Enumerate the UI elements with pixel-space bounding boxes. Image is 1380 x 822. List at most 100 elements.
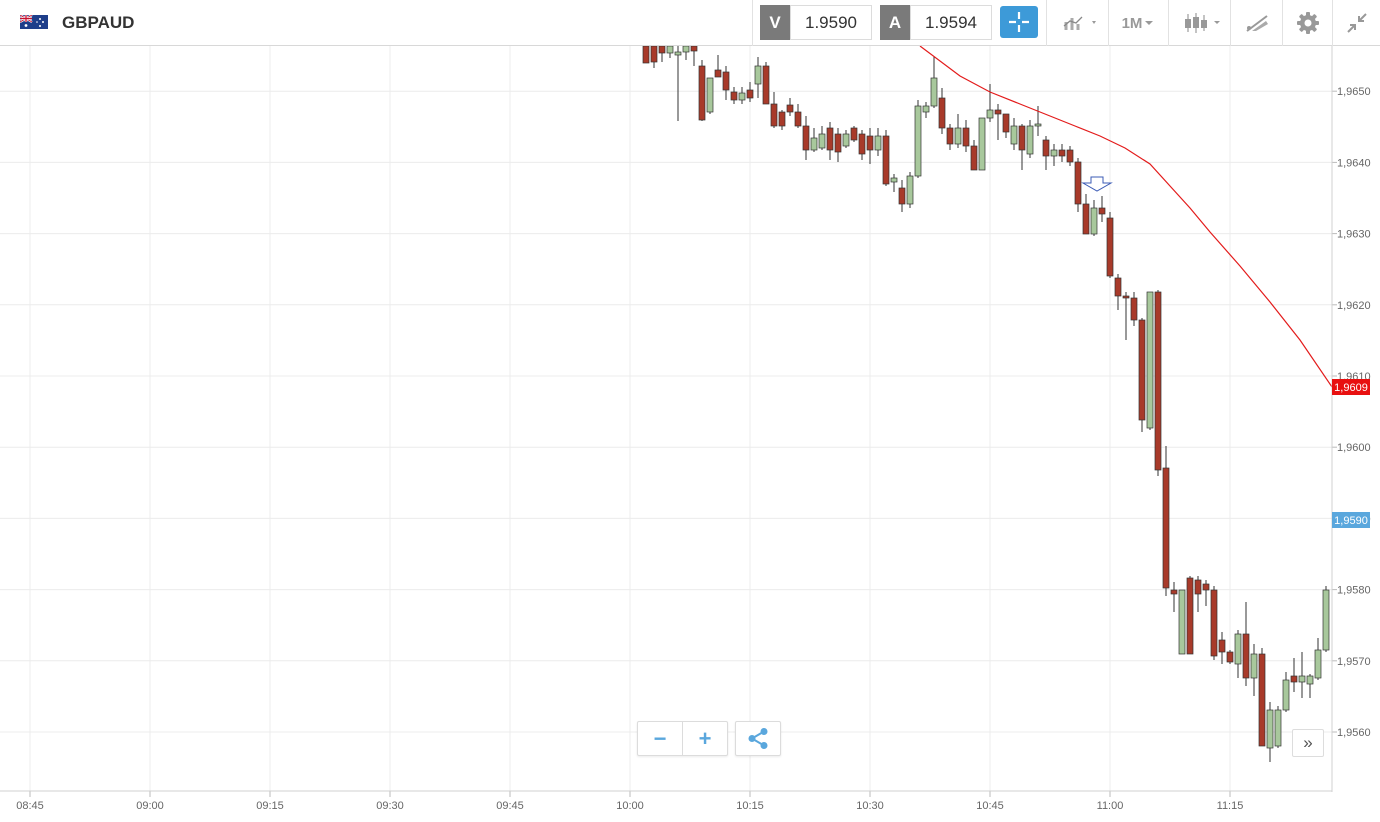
candlestick (658, 46, 666, 62)
bid-price[interactable]: 1.9590 (790, 5, 872, 40)
candlestick (882, 130, 890, 186)
candlestick (858, 130, 866, 160)
y-axis-label: 1,9650 (1337, 86, 1371, 98)
y-axis-label: 1,9630 (1337, 229, 1371, 241)
y-axis-label: 1,9640 (1337, 157, 1371, 169)
candlestick (946, 124, 954, 150)
candlestick (1082, 194, 1090, 235)
candlestick (906, 172, 914, 208)
zoom-out-button[interactable]: − (638, 722, 682, 755)
x-axis-label: 08:45 (16, 800, 44, 812)
candlestick (810, 128, 818, 152)
candlestick (978, 117, 986, 171)
candlestick (866, 128, 874, 164)
candlestick (794, 104, 802, 128)
y-axis-label: 1,9600 (1337, 442, 1371, 454)
candlestick (1058, 144, 1066, 162)
share-icon (748, 728, 768, 749)
share-button[interactable] (735, 721, 781, 756)
candlestick (1322, 586, 1330, 652)
ask-price[interactable]: 1.9594 (910, 5, 992, 40)
candlestick (674, 46, 682, 121)
candlestick (1226, 650, 1234, 664)
candlestick (1298, 652, 1306, 698)
candlestick (842, 130, 850, 148)
drawing-tools-icon (1246, 15, 1268, 32)
candlestick (898, 180, 906, 212)
y-axis-label: 1,9570 (1337, 656, 1371, 668)
x-axis-label: 09:00 (136, 800, 164, 812)
candlestick (778, 110, 786, 130)
candlestick (698, 60, 706, 121)
zoom-in-button[interactable]: + (683, 722, 727, 755)
timeframe-select[interactable]: 1M (1112, 0, 1166, 46)
candlestick (786, 98, 794, 116)
candlestick (1122, 292, 1130, 340)
ask-label: A (880, 5, 910, 40)
candlestick (986, 84, 994, 122)
candlestick (1202, 580, 1210, 606)
candlestick (754, 57, 762, 98)
crosshair-button[interactable] (1000, 6, 1038, 38)
divider (752, 0, 753, 46)
y-axis-label: 1,9560 (1337, 727, 1371, 739)
candlestick (1002, 113, 1010, 138)
candlestick (1210, 586, 1218, 660)
sell-signal-arrow-icon (1081, 176, 1113, 192)
candlestick (1066, 146, 1074, 166)
collapse-button[interactable] (1336, 0, 1378, 46)
candlestick (914, 100, 922, 178)
y-axis-label: 1,9580 (1337, 585, 1371, 597)
candlestick (1258, 648, 1266, 747)
candlestick (762, 62, 770, 105)
candlestick (1282, 672, 1290, 712)
x-axis-label: 10:45 (976, 800, 1004, 812)
candlestick (1234, 630, 1242, 678)
zoom-controls: − + (637, 721, 728, 756)
candlestick (1266, 702, 1274, 762)
candlestick (1290, 658, 1298, 692)
candlestick (1306, 674, 1314, 698)
candlestick (962, 120, 970, 152)
candlestick (1250, 644, 1258, 696)
chart-type-button[interactable] (1172, 0, 1228, 46)
candlestick (738, 87, 746, 104)
uk-australia-flag-icon (20, 15, 48, 29)
settings-button[interactable] (1286, 0, 1330, 46)
candlestick (818, 126, 826, 150)
x-axis-label: 09:45 (496, 800, 524, 812)
indicators-button[interactable] (1050, 0, 1106, 46)
candlestick (1274, 706, 1282, 748)
candlestick (874, 128, 882, 156)
gear-icon (1297, 12, 1319, 34)
candlestick (1194, 576, 1202, 612)
candlestick (706, 77, 714, 114)
candlestick (722, 66, 730, 100)
price-chart[interactable]: 1,95601,95701,95801,95901,96001,96101,96… (0, 46, 1380, 822)
candlestick (1314, 638, 1322, 680)
drawing-tools-button[interactable] (1234, 0, 1280, 46)
chevron-down-icon (1145, 21, 1154, 25)
candlestick (1186, 576, 1194, 655)
candlestick (666, 46, 674, 58)
scroll-to-latest-button[interactable]: » (1292, 729, 1324, 757)
candlestick (1026, 120, 1034, 158)
candlestick (970, 140, 978, 171)
crosshair-icon (1009, 12, 1029, 32)
candlestick (1074, 158, 1082, 212)
candlestick (746, 82, 754, 102)
candlestick (850, 126, 858, 142)
y-axis-label: 1,9620 (1337, 300, 1371, 312)
candlestick (1010, 118, 1018, 150)
x-axis-label: 10:00 (616, 800, 644, 812)
candlestick (1170, 582, 1178, 612)
collapse-icon (1347, 13, 1367, 33)
candlestick (650, 46, 658, 68)
svg-text:1,9590: 1,9590 (1334, 515, 1368, 527)
candlestick (1178, 589, 1186, 655)
timeframe-label: 1M (1121, 14, 1143, 32)
x-axis-label: 11:00 (1097, 800, 1124, 812)
chart-header: GBPAUD V 1.9590 A 1.9594 1M (0, 0, 1380, 46)
candlestick (1098, 196, 1106, 222)
x-axis-label: 11:15 (1217, 800, 1244, 812)
